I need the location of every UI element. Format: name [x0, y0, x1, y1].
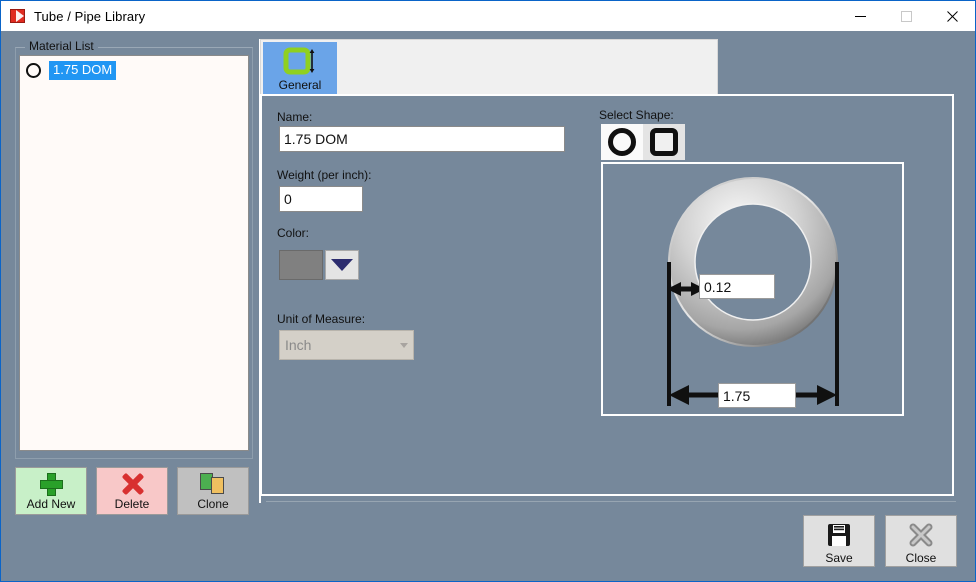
- shape-button-square[interactable]: [643, 124, 685, 160]
- x-mark-icon: [909, 523, 933, 547]
- footer-divider: [266, 501, 956, 502]
- window-controls: [837, 1, 975, 31]
- floppy-disk-icon: [828, 524, 850, 546]
- title-bar: Tube / Pipe Library: [1, 1, 975, 31]
- clone-label: Clone: [197, 497, 229, 511]
- tab-strip: General: [260, 39, 718, 98]
- chevron-down-icon: [400, 342, 408, 348]
- tube-pipe-library-window: Tube / Pipe Library Material List 1.75 D…: [0, 0, 976, 582]
- shape-button-group: [601, 124, 685, 160]
- save-button[interactable]: Save: [803, 515, 875, 567]
- close-icon: [946, 10, 958, 22]
- close-button[interactable]: [929, 1, 975, 31]
- copy-documents-icon: [200, 472, 226, 496]
- circle-icon: [26, 62, 41, 78]
- rounded-square-icon: [650, 128, 678, 156]
- plus-icon: [39, 472, 63, 496]
- clone-button[interactable]: Clone: [177, 467, 249, 515]
- color-swatch[interactable]: [279, 250, 323, 280]
- name-input[interactable]: [279, 126, 565, 152]
- delete-button[interactable]: Delete: [96, 467, 168, 515]
- list-item[interactable]: 1.75 DOM: [20, 59, 248, 81]
- app-logo-icon: [10, 8, 26, 24]
- x-mark-icon: [120, 472, 144, 496]
- material-list-group: Material List 1.75 DOM: [15, 39, 253, 459]
- add-new-label: Add New: [26, 497, 76, 511]
- dialog-actions: Save Close: [803, 515, 957, 567]
- window-title: Tube / Pipe Library: [34, 8, 146, 24]
- maximize-icon: [900, 10, 912, 22]
- tab-general-label: General: [278, 78, 322, 92]
- list-item-label: 1.75 DOM: [49, 60, 117, 80]
- square-tube-dimension-icon: [283, 47, 317, 75]
- weight-label: Weight (per inch):: [277, 168, 372, 182]
- weight-input[interactable]: [279, 186, 363, 212]
- shape-button-round[interactable]: [601, 124, 643, 160]
- unit-of-measure-value: Inch: [285, 337, 312, 353]
- delete-label: Delete: [114, 497, 150, 511]
- close-label: Close: [905, 551, 937, 565]
- unit-of-measure-label: Unit of Measure:: [277, 312, 366, 326]
- color-label: Color:: [277, 226, 310, 240]
- add-new-button[interactable]: Add New: [15, 467, 87, 515]
- general-tab-panel: Name: Weight (per inch): Color: Unit of …: [260, 94, 954, 496]
- outer-diameter-input[interactable]: 1.75: [718, 383, 796, 408]
- chevron-down-icon: [331, 259, 353, 271]
- tab-general[interactable]: General: [263, 42, 337, 98]
- material-actions: Add New Delete Clone: [15, 467, 249, 515]
- unit-of-measure-select[interactable]: Inch: [279, 330, 414, 360]
- color-dropdown-button[interactable]: [325, 250, 359, 280]
- close-button-footer[interactable]: Close: [885, 515, 957, 567]
- maximize-button[interactable]: [883, 1, 929, 31]
- name-label: Name:: [277, 110, 313, 124]
- minimize-button[interactable]: [837, 1, 883, 31]
- select-shape-label: Select Shape:: [599, 108, 674, 122]
- wall-thickness-input[interactable]: 0.12: [699, 274, 775, 299]
- material-list-label: Material List: [25, 39, 98, 53]
- circle-icon: [608, 128, 636, 156]
- outer-diameter-value: 1.75: [723, 387, 751, 404]
- minimize-icon: [854, 15, 866, 17]
- shape-preview: 0.12 1.75: [601, 162, 904, 416]
- save-label: Save: [825, 551, 853, 565]
- wall-thickness-value: 0.12: [704, 278, 732, 295]
- material-listbox[interactable]: 1.75 DOM: [19, 55, 249, 451]
